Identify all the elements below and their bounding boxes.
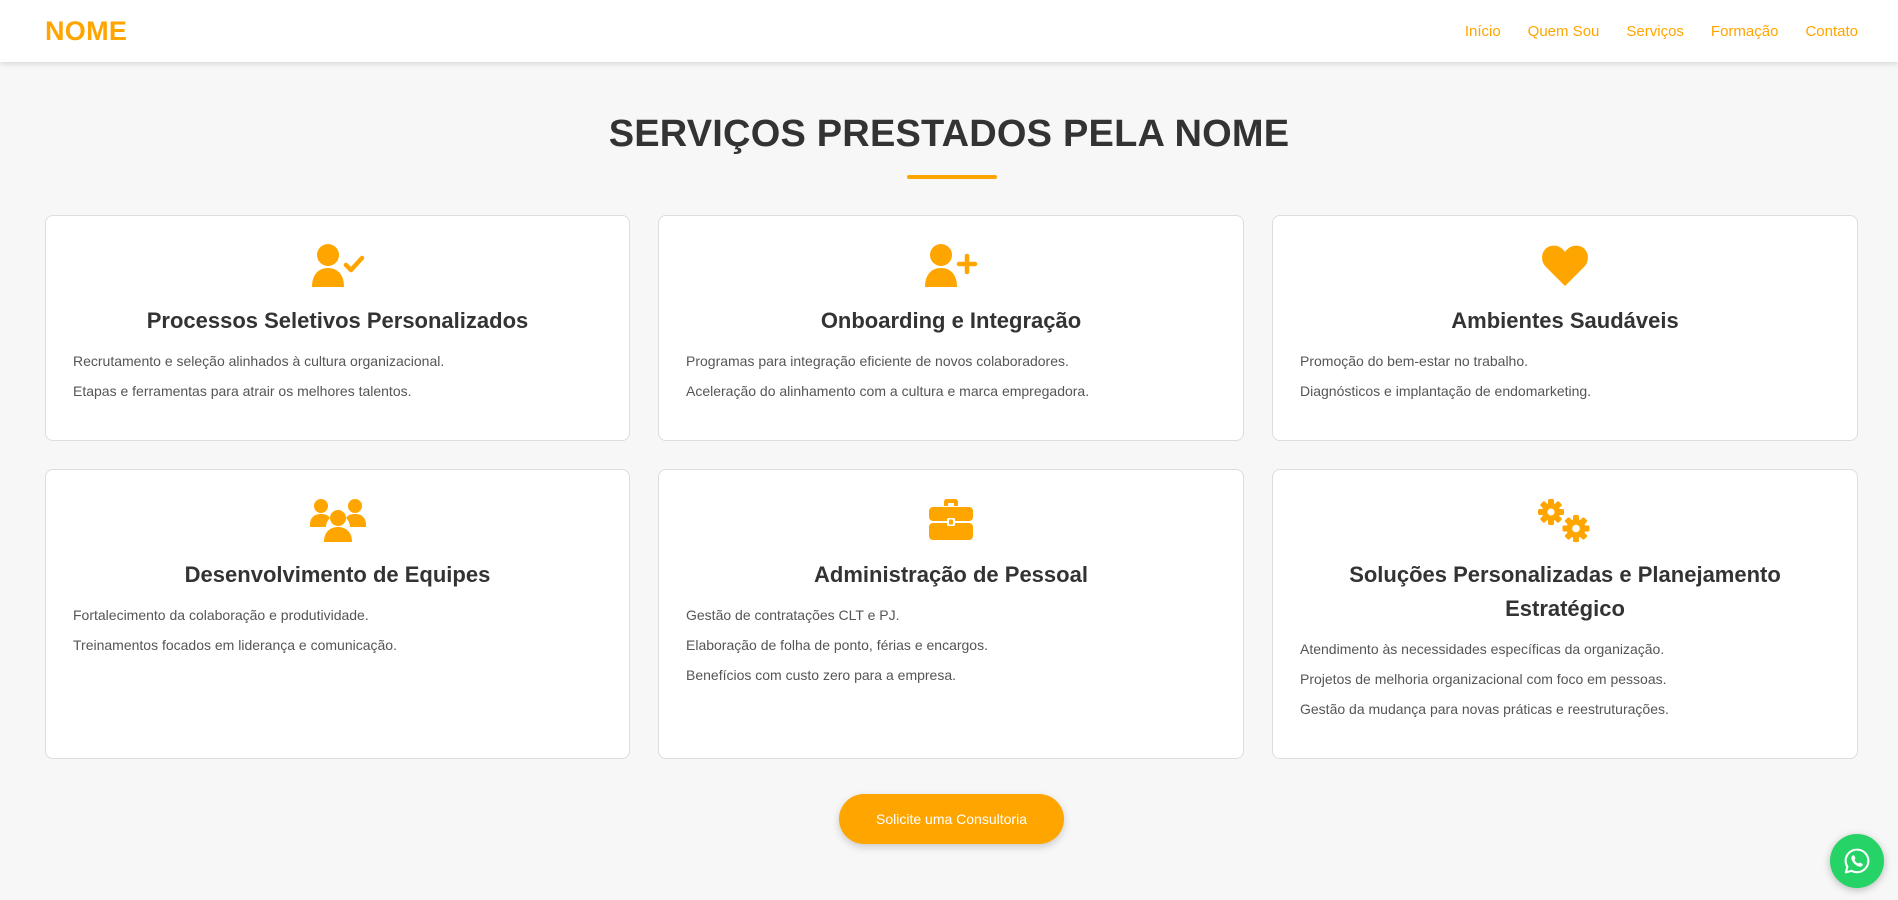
services-grid: Processos Seletivos Personalizados Recru…: [45, 215, 1858, 759]
users-icon: [73, 496, 602, 544]
title-underline: [907, 175, 997, 179]
service-item: Benefícios com custo zero para a empresa…: [686, 667, 957, 683]
service-card: Desenvolvimento de Equipes Fortaleciment…: [45, 469, 630, 759]
service-list: Fortalecimento da colaboração e produtiv…: [73, 606, 602, 654]
user-plus-icon: [686, 242, 1216, 290]
service-title: Ambientes Saudáveis: [1451, 308, 1679, 333]
user-check-icon: [73, 242, 602, 290]
service-list: Promoção do bem-estar no trabalho. Diagn…: [1300, 352, 1830, 400]
service-card: Onboarding e Integração Programas para i…: [658, 215, 1244, 441]
service-item: Fortalecimento da colaboração e produtiv…: [73, 607, 369, 623]
logo[interactable]: NOME: [45, 16, 127, 47]
navbar: NOME Início Quem Sou Serviços Formação C…: [0, 0, 1898, 62]
service-title: Desenvolvimento de Equipes: [184, 562, 491, 587]
whatsapp-button[interactable]: [1830, 834, 1884, 888]
heart-icon: [1300, 242, 1830, 290]
service-item: Programas para integração eficiente de n…: [686, 353, 1069, 369]
service-title: Processos Seletivos Personalizados: [146, 308, 529, 333]
nav-link-formacao[interactable]: Formação: [1711, 23, 1779, 40]
nav-menu: Início Quem Sou Serviços Formação Contat…: [1465, 23, 1858, 40]
service-item: Gestão da mudança para novas práticas e …: [1300, 701, 1669, 717]
service-card: Administração de Pessoal Gestão de contr…: [658, 469, 1244, 759]
request-consultation-button[interactable]: Solicite uma Consultoria: [839, 794, 1064, 844]
service-card: Soluções Personalizadas e Planejamento E…: [1272, 469, 1858, 759]
cogs-icon: [1300, 496, 1830, 544]
whatsapp-icon: [1844, 848, 1870, 874]
service-item: Promoção do bem-estar no trabalho.: [1300, 353, 1529, 369]
service-item: Elaboração de folha de ponto, férias e e…: [686, 637, 988, 653]
service-title: Soluções Personalizadas e Planejamento E…: [1349, 562, 1781, 621]
nav-link-inicio[interactable]: Início: [1465, 23, 1501, 40]
service-item: Recrutamento e seleção alinhados à cultu…: [73, 353, 445, 369]
service-title: Administração de Pessoal: [814, 562, 1088, 587]
briefcase-icon: [686, 496, 1216, 544]
service-card: Ambientes Saudáveis Promoção do bem-esta…: [1272, 215, 1858, 441]
service-item: Diagnósticos e implantação de endomarket…: [1300, 383, 1592, 399]
nav-link-quem-sou[interactable]: Quem Sou: [1528, 23, 1600, 40]
nav-link-contato[interactable]: Contato: [1805, 23, 1858, 40]
nav-link-servicos[interactable]: Serviços: [1626, 23, 1684, 40]
service-item: Etapas e ferramentas para atrair os melh…: [73, 383, 412, 399]
service-list: Programas para integração eficiente de n…: [686, 352, 1216, 400]
service-item: Atendimento às necessidades específicas …: [1300, 641, 1665, 657]
section-title: SERVIÇOS PRESTADOS PELA NOME: [608, 113, 1290, 155]
service-list: Atendimento às necessidades específicas …: [1300, 640, 1830, 718]
service-list: Recrutamento e seleção alinhados à cultu…: [73, 352, 602, 400]
service-item: Gestão de contratações CLT e PJ.: [686, 607, 900, 623]
service-item: Projetos de melhoria organizacional com …: [1300, 671, 1667, 687]
service-card: Processos Seletivos Personalizados Recru…: [45, 215, 630, 441]
service-item: Aceleração do alinhamento com a cultura …: [686, 383, 1090, 399]
service-title: Onboarding e Integração: [820, 308, 1082, 333]
service-item: Treinamentos focados em liderança e comu…: [73, 637, 397, 653]
service-list: Gestão de contratações CLT e PJ. Elabora…: [686, 606, 1216, 684]
